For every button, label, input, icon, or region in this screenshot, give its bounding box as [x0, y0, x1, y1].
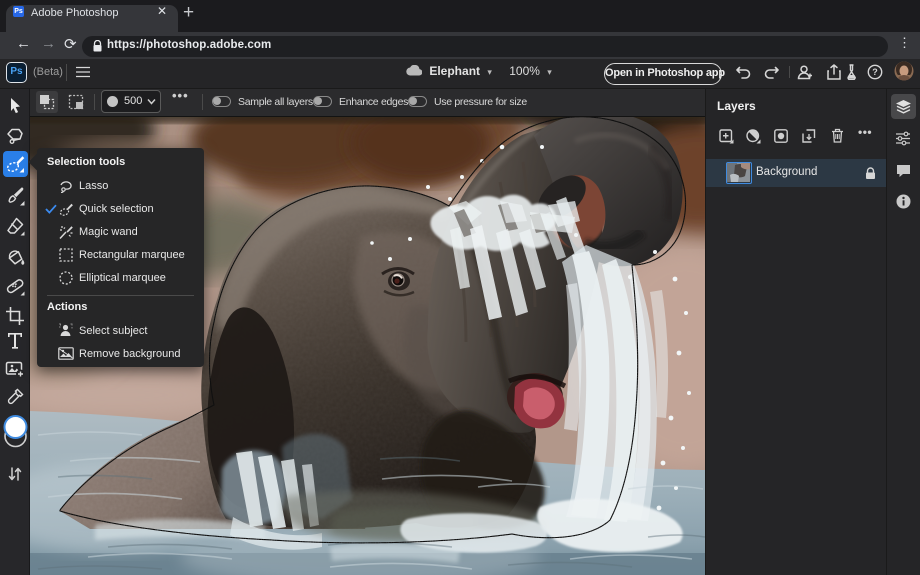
svg-text:?: ?: [872, 67, 878, 77]
